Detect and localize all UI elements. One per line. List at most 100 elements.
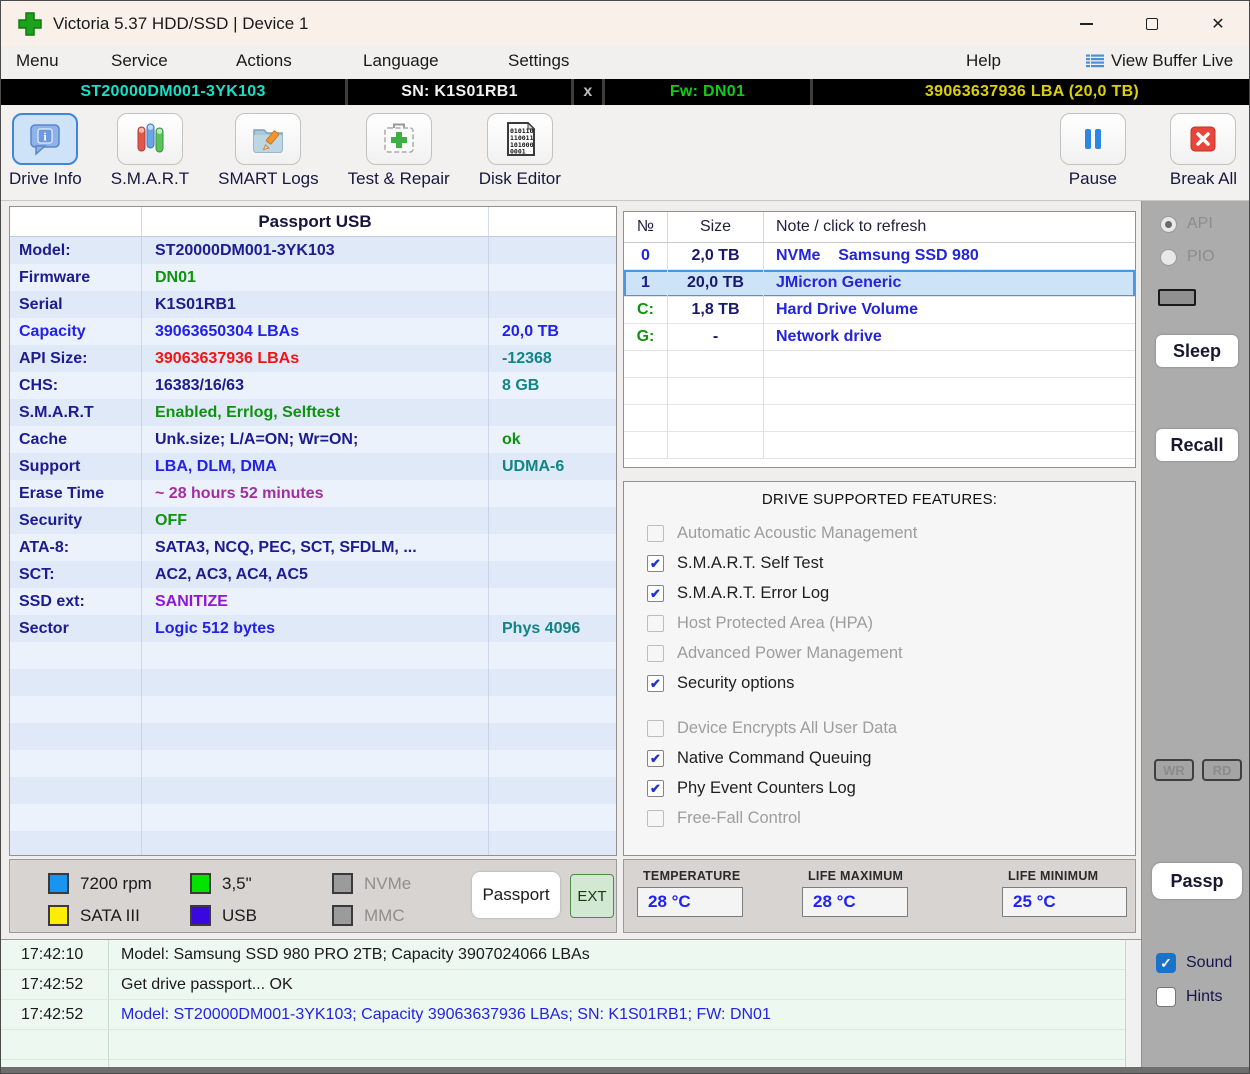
menu-item-menu[interactable]: Menu <box>16 51 59 71</box>
menu-item-language[interactable]: Language <box>363 51 439 71</box>
sleep-button[interactable]: Sleep <box>1156 335 1238 367</box>
pause-icon <box>1074 120 1112 158</box>
menu-item-help[interactable]: Help <box>966 51 1001 71</box>
passport-field-label: Cache <box>10 426 142 453</box>
feature-checkbox[interactable] <box>647 720 664 737</box>
drive-info-button[interactable]: i Drive Info <box>9 113 82 189</box>
status-close-button[interactable]: x <box>574 79 602 105</box>
view-buffer-live-button[interactable]: View Buffer Live <box>1086 51 1233 71</box>
legend-swatch <box>48 905 69 926</box>
log-side-panel: Sound Hints <box>1141 939 1250 1067</box>
device-row[interactable]: G:-Network drive <box>624 324 1135 351</box>
passport-empty-row <box>10 696 616 723</box>
menu-bar: Menu Service Actions Language Settings H… <box>1 46 1250 79</box>
passport-empty-row <box>10 777 616 804</box>
api-radio-circle[interactable] <box>1160 216 1177 233</box>
device-list-header[interactable]: № Size Note / click to refresh <box>624 212 1135 243</box>
feature-item[interactable]: Free-Fall Control <box>624 803 1135 833</box>
feature-item[interactable]: Host Protected Area (HPA) <box>624 608 1135 638</box>
feature-item[interactable]: ✔ Phy Event Counters Log <box>624 773 1135 803</box>
passport-row: SupportLBA, DLM, DMAUDMA-6 <box>10 453 616 480</box>
feature-checkbox[interactable] <box>647 615 664 632</box>
feature-item[interactable]: ✔Security options <box>624 668 1135 698</box>
legend-item: 7200 rpm <box>48 869 190 898</box>
rd-button[interactable]: RD <box>1202 759 1242 781</box>
feature-checkbox[interactable]: ✔ <box>647 750 664 767</box>
menu-item-service[interactable]: Service <box>111 51 168 71</box>
feature-checkbox[interactable] <box>647 645 664 662</box>
drive-status-bar: ST20000DM001-3YK103 SN: K1S01RB1 x Fw: D… <box>1 79 1250 105</box>
feature-item[interactable]: Advanced Power Management <box>624 638 1135 668</box>
legend-swatch <box>332 905 353 926</box>
passport-row: CHS:16383/16/638 GB <box>10 372 616 399</box>
log-entry: 17:42:52Get drive passport... OK <box>1 970 1125 1000</box>
toolbar: i Drive Info S.M.A.R.T <box>1 105 1250 201</box>
maximize-button[interactable] <box>1119 1 1185 46</box>
status-capacity: 39063637936 LBA (20,0 TB) <box>813 79 1250 105</box>
feature-checkbox[interactable]: ✔ <box>647 585 664 602</box>
passport-field-extra <box>489 534 616 561</box>
passport-row: SerialK1S01RB1 <box>10 291 616 318</box>
close-button[interactable]: ✕ <box>1185 1 1250 46</box>
recall-button[interactable]: Recall <box>1156 429 1238 461</box>
svg-text:0001: 0001 <box>510 148 526 156</box>
passport-field-value: 39063650304 LBAs <box>142 318 489 345</box>
activity-led-indicator <box>1158 289 1196 306</box>
sound-toggle[interactable]: Sound <box>1156 953 1232 973</box>
hints-toggle[interactable]: Hints <box>1156 987 1222 1007</box>
ext-button[interactable]: EXT <box>570 874 614 918</box>
feature-item[interactable]: ✔S.M.A.R.T. Error Log <box>624 578 1135 608</box>
passport-field-extra <box>489 399 616 426</box>
smart-button[interactable]: S.M.A.R.T <box>111 113 189 189</box>
status-model: ST20000DM001-3YK103 <box>1 79 345 105</box>
passport-field-value: DN01 <box>142 264 489 291</box>
log-time: 17:42:10 <box>1 940 109 969</box>
feature-item[interactable]: ✔S.M.A.R.T. Self Test <box>624 548 1135 578</box>
temp-group: TEMPERATURE28 °C <box>637 869 743 917</box>
legend-label: 3,5" <box>222 874 252 894</box>
feature-checkbox[interactable] <box>647 810 664 827</box>
menu-item-actions[interactable]: Actions <box>236 51 292 71</box>
feature-checkbox[interactable]: ✔ <box>647 675 664 692</box>
api-radio[interactable]: API <box>1160 215 1213 233</box>
pio-radio[interactable]: PIO <box>1160 248 1215 266</box>
passport-field-extra: ok <box>489 426 616 453</box>
feature-item[interactable]: ✔Native Command Queuing <box>624 743 1135 773</box>
device-row[interactable]: 120,0 TBJMicron Generic <box>624 270 1135 297</box>
passp-button[interactable]: Passp <box>1152 863 1242 899</box>
disk-editor-label: Disk Editor <box>479 169 561 189</box>
smart-logs-button[interactable]: SMART Logs <box>218 113 318 189</box>
break-all-button[interactable]: Break All <box>1170 113 1237 189</box>
pio-radio-circle[interactable] <box>1160 249 1177 266</box>
passport-field-value: SATA3, NCQ, PEC, SCT, SFDLM, ... <box>142 534 489 561</box>
legend-swatch <box>190 905 211 926</box>
pause-button[interactable]: Pause <box>1060 113 1126 189</box>
feature-item[interactable]: Automatic Acoustic Management <box>624 518 1135 548</box>
passport-field-value: ST20000DM001-3YK103 <box>142 237 489 264</box>
device-row[interactable]: C:1,8 TBHard Drive Volume <box>624 297 1135 324</box>
log-scrollbar[interactable] <box>1125 939 1141 1067</box>
passport-button[interactable]: Passport <box>472 872 560 918</box>
disk-editor-button[interactable]: 010110 110011 101000 0001 Disk Editor <box>479 113 561 189</box>
hints-checkbox[interactable] <box>1156 987 1176 1007</box>
minimize-button[interactable] <box>1053 1 1119 46</box>
passport-field-value: Unk.size; L/A=ON; Wr=ON; <box>142 426 489 453</box>
sound-checkbox[interactable] <box>1156 953 1176 973</box>
temp-label: LIFE MAXIMUM <box>802 869 908 883</box>
feature-label: Phy Event Counters Log <box>677 779 856 798</box>
device-row[interactable]: 02,0 TBNVMe Samsung SSD 980 <box>624 243 1135 270</box>
passport-field-extra: 20,0 TB <box>489 318 616 345</box>
passport-field-label: CHS: <box>10 372 142 399</box>
test-repair-button[interactable]: Test & Repair <box>348 113 450 189</box>
menu-item-settings[interactable]: Settings <box>508 51 569 71</box>
feature-checkbox[interactable] <box>647 525 664 542</box>
feature-item[interactable]: Device Encrypts All User Data <box>624 713 1135 743</box>
wr-button[interactable]: WR <box>1154 759 1194 781</box>
feature-checkbox[interactable]: ✔ <box>647 780 664 797</box>
passport-field-extra <box>489 480 616 507</box>
passport-field-label: Serial <box>10 291 142 318</box>
passport-row: Capacity39063650304 LBAs20,0 TB <box>10 318 616 345</box>
feature-checkbox[interactable]: ✔ <box>647 555 664 572</box>
device-note: Hard Drive Volume <box>764 297 1135 324</box>
drive-info-icon: i <box>26 120 64 158</box>
